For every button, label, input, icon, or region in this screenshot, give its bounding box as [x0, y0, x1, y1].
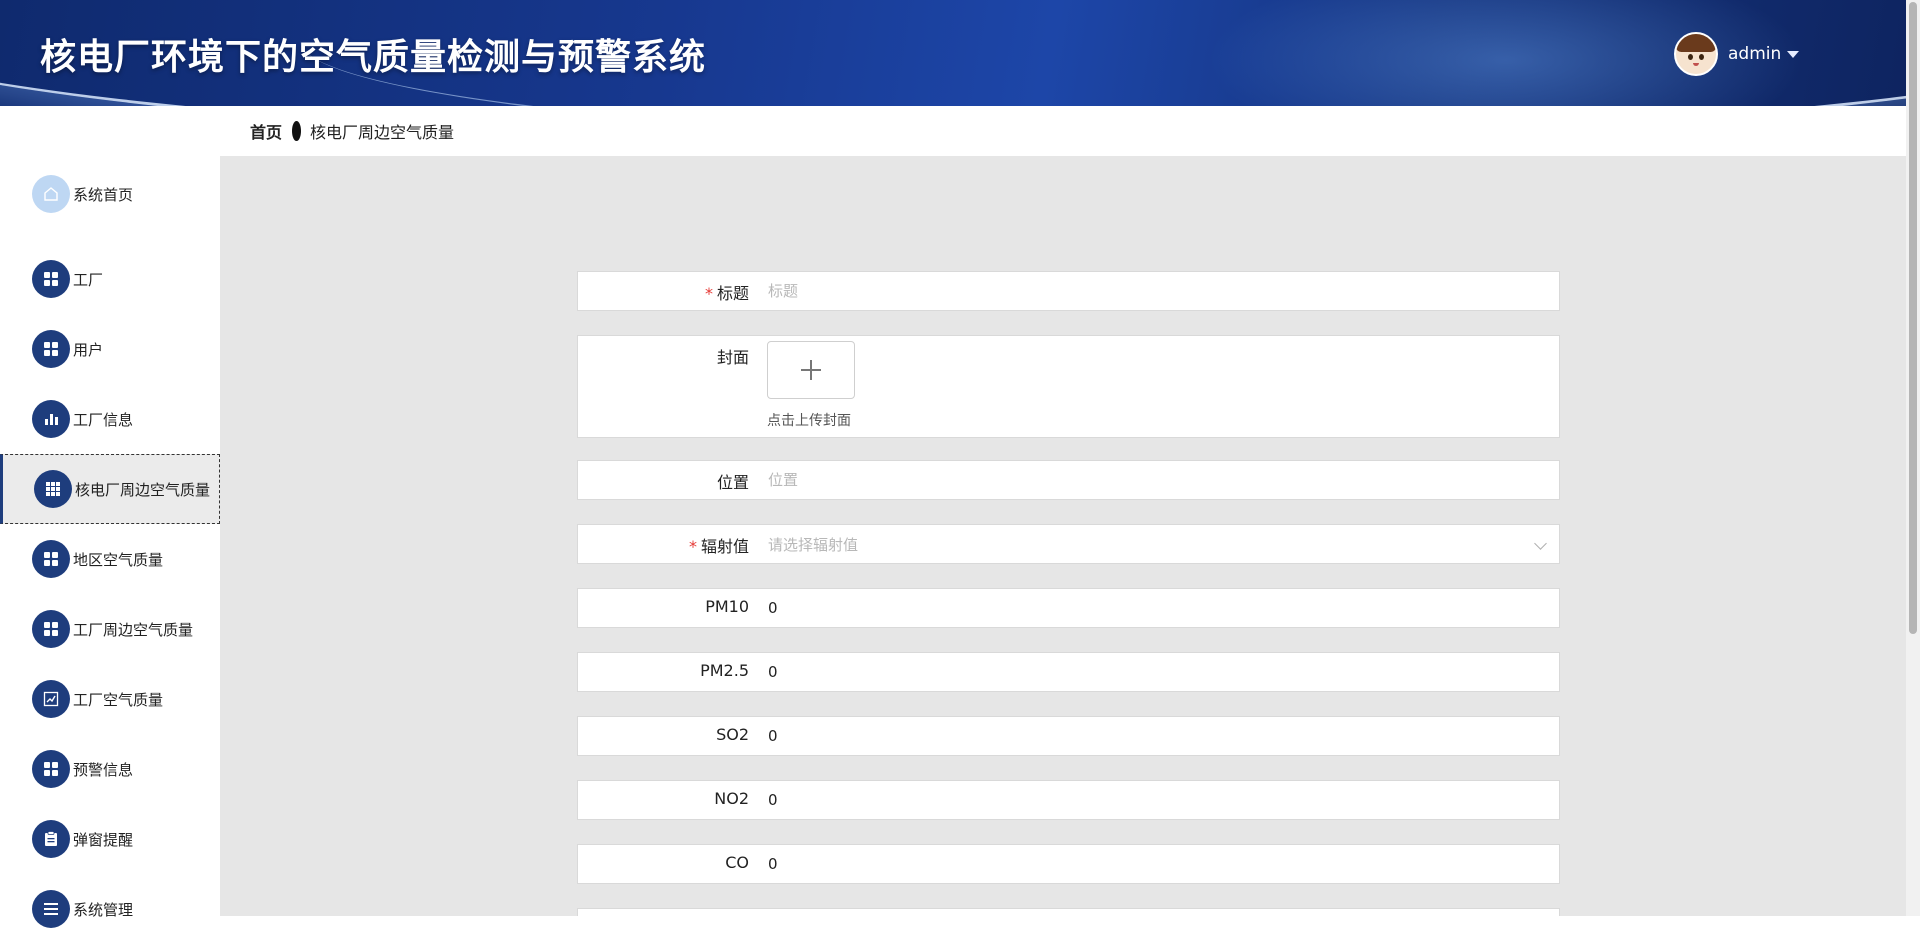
- sidebar-item-nuclear-air-quality[interactable]: 核电厂周边空气质量: [0, 454, 220, 524]
- title-input[interactable]: [768, 272, 1548, 310]
- app-title: 核电厂环境下的空气质量检测与预警系统: [40, 37, 707, 78]
- form-row-radiation[interactable]: * 辐射值 请选择辐射值: [577, 524, 1560, 564]
- grid-icon: [32, 260, 70, 298]
- co-label: CO: [725, 853, 749, 872]
- clipboard-icon: [32, 820, 70, 858]
- sidebar-item-label: 工厂信息: [73, 410, 134, 429]
- so2-input[interactable]: [768, 717, 1548, 755]
- line-chart-icon: [32, 680, 70, 718]
- sidebar-item-label: 核电厂周边空气质量: [75, 480, 211, 499]
- sidebar-item-home[interactable]: 系统首页: [0, 159, 220, 229]
- sidebar-item-label: 地区空气质量: [73, 550, 164, 569]
- table-icon: [34, 470, 72, 508]
- sidebar-item-system-management[interactable]: 系统管理: [0, 874, 220, 944]
- avatar[interactable]: [1674, 32, 1718, 76]
- breadcrumb-home[interactable]: 首页: [250, 119, 282, 143]
- so2-label: SO2: [716, 725, 749, 744]
- form-row-location: 位置: [577, 460, 1560, 500]
- sidebar-item-label: 弹窗提醒: [73, 830, 134, 849]
- sidebar-item-factory-air-quality[interactable]: 工厂空气质量: [0, 664, 220, 734]
- form-row-so2: SO2: [577, 716, 1560, 756]
- form-row-cover: 封面 点击上传封面: [577, 335, 1560, 438]
- breadcrumb-current: 核电厂周边空气质量: [310, 123, 455, 142]
- pm10-label: PM10: [705, 597, 749, 616]
- sidebar-item-warning-info[interactable]: 预警信息: [0, 734, 220, 804]
- form-row-title: * 标题: [577, 271, 1560, 311]
- sidebar-item-label: 工厂空气质量: [73, 690, 164, 709]
- home-icon: [32, 175, 70, 213]
- sidebar: 系统首页 工厂 用户 工厂信息 核电厂周边空气质量 地区空气质量 工厂周边空气质…: [0, 106, 220, 928]
- main-content: *标题 封面 点击上传封面 位置 *辐射值 请选择辐射值 PM10 PM2.5 …: [220, 156, 1906, 916]
- scrollbar-thumb[interactable]: [1909, 2, 1917, 634]
- location-input[interactable]: [768, 461, 1548, 499]
- sidebar-item-label: 工厂: [73, 270, 104, 289]
- breadcrumb-separator-icon: [292, 121, 302, 141]
- sidebar-item-factory-surrounding-air[interactable]: 工厂周边空气质量: [0, 594, 220, 664]
- pm10-input[interactable]: [768, 589, 1548, 627]
- sidebar-item-label: 系统首页: [73, 185, 134, 204]
- list-icon: [32, 890, 70, 928]
- radiation-label: * 辐射值: [688, 537, 749, 556]
- sidebar-item-label: 工厂周边空气质量: [73, 620, 194, 639]
- caret-down-icon[interactable]: [1787, 50, 1800, 58]
- radiation-select[interactable]: 请选择辐射值: [768, 534, 858, 555]
- sidebar-item-factory[interactable]: 工厂: [0, 244, 220, 314]
- grid-icon: [32, 330, 70, 368]
- top-header: 核电厂环境下的空气质量检测与预警系统 admin: [0, 0, 1906, 106]
- pm25-label: PM2.5: [700, 661, 749, 680]
- location-label: 位置: [716, 473, 749, 492]
- co-input[interactable]: [768, 845, 1548, 883]
- required-mark: *: [688, 537, 697, 556]
- grid-icon: [32, 540, 70, 578]
- breadcrumb: 首页 核电厂周边空气质量: [220, 106, 1906, 156]
- form-row-no2: NO2: [577, 780, 1560, 820]
- page-scrollbar[interactable]: [1906, 0, 1920, 916]
- form-row-pm10: PM10: [577, 588, 1560, 628]
- sidebar-item-label: 系统管理: [73, 900, 134, 919]
- sidebar-item-user[interactable]: 用户: [0, 314, 220, 384]
- grid-icon: [32, 750, 70, 788]
- cover-upload-hint[interactable]: 点击上传封面: [767, 410, 851, 430]
- required-mark: *: [704, 284, 713, 303]
- cover-upload-button[interactable]: [767, 341, 855, 399]
- sidebar-item-factory-info[interactable]: 工厂信息: [0, 384, 220, 454]
- sidebar-item-label: 用户: [73, 340, 104, 359]
- sidebar-item-popup-reminder[interactable]: 弹窗提醒: [0, 804, 220, 874]
- cover-label: 封面: [716, 348, 749, 367]
- user-name[interactable]: admin: [1728, 44, 1781, 64]
- sidebar-item-region-air-quality[interactable]: 地区空气质量: [0, 524, 220, 594]
- pm25-input[interactable]: [768, 653, 1548, 691]
- plus-icon: [801, 360, 821, 380]
- chevron-down-icon[interactable]: [1534, 537, 1547, 550]
- grid-icon: [32, 610, 70, 648]
- bar-chart-icon: [32, 400, 70, 438]
- title-label: * 标题: [704, 284, 749, 303]
- sidebar-item-label: 预警信息: [73, 760, 134, 779]
- no2-label: NO2: [714, 789, 749, 808]
- no2-input[interactable]: [768, 781, 1548, 819]
- form-row-next: [577, 908, 1560, 916]
- form-row-co: CO: [577, 844, 1560, 884]
- form-row-pm25: PM2.5: [577, 652, 1560, 692]
- user-menu[interactable]: admin: [1674, 32, 1800, 76]
